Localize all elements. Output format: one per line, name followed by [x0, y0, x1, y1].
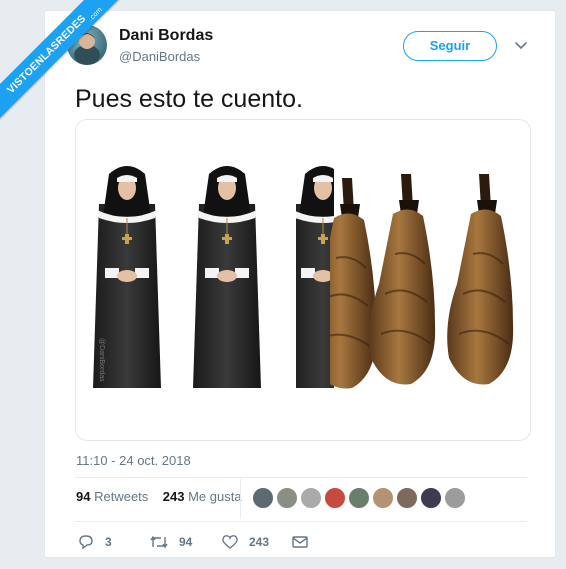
tweet-media[interactable]: @DaniBordas [75, 119, 531, 441]
heart-icon [222, 535, 238, 549]
like-count: 243 [249, 535, 270, 549]
liker-avatar[interactable] [372, 487, 394, 509]
retweets-count[interactable]: 94 [76, 489, 90, 504]
liker-avatar[interactable] [276, 487, 298, 509]
tweet-timestamp[interactable]: 11:10 - 24 oct. 2018 [76, 453, 191, 468]
like-button[interactable]: 243 [221, 531, 269, 553]
chevron-down-icon[interactable] [513, 37, 529, 53]
engagement-stats: 94 Retweets 243 Me gusta [76, 489, 242, 504]
liker-avatar[interactable] [444, 487, 466, 509]
liker-avatar[interactable] [324, 487, 346, 509]
likes-label[interactable]: Me gusta [188, 489, 241, 504]
liker-avatar[interactable] [348, 487, 370, 509]
envelope-icon [292, 536, 308, 548]
liker-avatar[interactable] [252, 487, 274, 509]
reply-count: 3 [105, 535, 112, 549]
divider [75, 477, 527, 478]
liker-avatar[interactable] [396, 487, 418, 509]
liker-avatar[interactable] [420, 487, 442, 509]
media-credit: @DaniBordas [98, 338, 105, 382]
tweet-actions: 3 94 243 [75, 531, 335, 553]
watermark-ribbon: VISTOENLASREDES.com [0, 0, 140, 140]
likes-count[interactable]: 243 [163, 489, 185, 504]
stats-separator [240, 479, 241, 519]
reply-icon [79, 535, 93, 550]
direct-message-button[interactable] [291, 531, 319, 553]
watermark-name: VISTOENLASREDES [4, 12, 89, 97]
follow-button[interactable]: Seguir [403, 31, 497, 61]
retweet-button[interactable]: 94 [149, 531, 192, 553]
liker-avatar[interactable] [300, 487, 322, 509]
retweet-icon [150, 535, 168, 549]
retweet-count: 94 [179, 535, 193, 549]
watermark-text: VISTOENLASREDES.com [0, 0, 129, 124]
reply-button[interactable]: 3 [77, 531, 112, 553]
divider [75, 521, 527, 522]
watermark-tld: .com [87, 6, 104, 23]
retweets-label[interactable]: Retweets [94, 489, 148, 504]
nun-to-ham-image: @DaniBordas [92, 165, 515, 390]
